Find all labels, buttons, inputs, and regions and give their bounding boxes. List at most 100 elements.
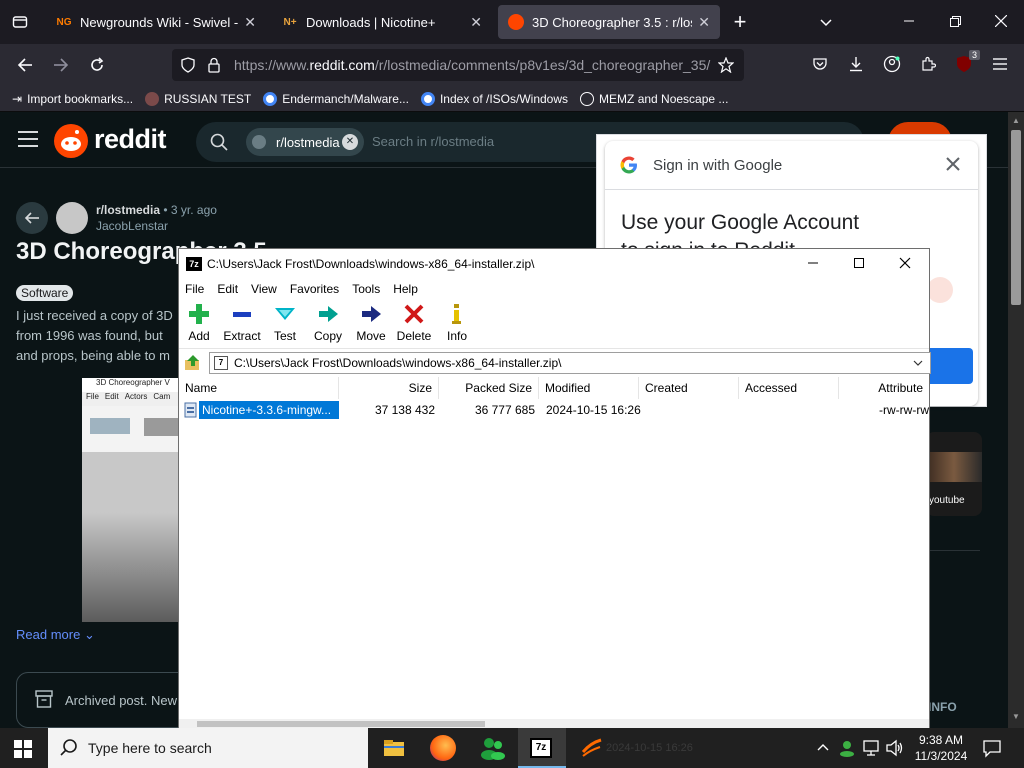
close-window-button[interactable] — [899, 257, 919, 273]
reload-button[interactable] — [84, 52, 110, 78]
back-button[interactable] — [16, 202, 48, 234]
close-icon[interactable]: ✕ — [698, 14, 710, 31]
related-video-thumbnail[interactable]: youtube — [926, 432, 982, 516]
column-header-packed[interactable]: Packed Size — [439, 377, 539, 399]
bookmark-isos[interactable]: Index of /ISOs/Windows — [420, 91, 568, 106]
column-header-accessed[interactable]: Accessed — [739, 377, 839, 399]
extract-button[interactable]: Extract — [220, 303, 264, 347]
column-header-attributes[interactable]: Attribute — [839, 377, 929, 399]
post-image[interactable]: 3D Choreographer V File Edit Actors Cam — [82, 378, 182, 622]
new-tab-button[interactable]: + — [728, 9, 752, 34]
7zip-taskbar-button[interactable]: 7z — [518, 728, 566, 768]
embedded-menu-item: Actors — [124, 392, 148, 401]
close-icon[interactable] — [944, 155, 964, 175]
post-body-line: from 1996 was found, but — [16, 328, 163, 343]
add-button[interactable]: Add — [177, 303, 221, 347]
bookmark-import[interactable]: ⇥ Import bookmarks... — [12, 92, 133, 106]
scroll-down-icon[interactable]: ▼ — [1012, 712, 1020, 721]
menu-tools[interactable]: Tools — [352, 282, 380, 296]
ethernet-icon[interactable] — [862, 739, 880, 760]
info-button[interactable]: Info — [435, 303, 479, 347]
toolbar-label: Delete — [396, 329, 432, 343]
url-bar[interactable]: https://www.reddit.com/r/lostmedia/comme… — [172, 49, 744, 81]
tab-reddit[interactable]: 3D Choreographer 3.5 : r/lostm ✕ — [498, 5, 720, 39]
taskbar-search-box[interactable]: Type here to search — [48, 728, 368, 768]
bookmark-russian-test[interactable]: RUSSIAN TEST — [145, 91, 251, 106]
read-more-link[interactable]: Read more ⌄ — [16, 627, 95, 643]
close-icon[interactable]: ✕ — [244, 14, 256, 31]
download-icon[interactable] — [844, 52, 868, 76]
chevron-up-icon[interactable] — [816, 740, 830, 757]
notification-icon[interactable] — [982, 738, 1002, 761]
subreddit-link[interactable]: r/lostmedia — [96, 203, 160, 217]
hamburger-icon[interactable] — [18, 131, 38, 150]
pen-app-icon[interactable] — [580, 736, 604, 760]
address-bar[interactable]: 7 C:\Users\Jack Frost\Downloads\windows-… — [209, 352, 931, 374]
restore-button[interactable] — [942, 8, 968, 34]
back-button[interactable] — [12, 52, 38, 78]
scrollbar-thumb[interactable] — [1011, 130, 1021, 305]
firefox-icon[interactable] — [430, 735, 456, 761]
close-icon[interactable]: ✕ — [470, 14, 482, 31]
extensions-icon[interactable] — [916, 52, 940, 76]
maximize-button[interactable] — [853, 257, 873, 273]
table-row[interactable]: Nicotine+-3.3.6-mingw... 37 138 432 36 7… — [179, 401, 929, 419]
ublock-icon[interactable]: 3 — [952, 50, 980, 76]
page-scrollbar[interactable]: ▲ ▼ — [1008, 112, 1024, 728]
tab-list-icon[interactable] — [8, 10, 32, 34]
delete-button[interactable]: Delete — [392, 303, 436, 347]
menu-file[interactable]: File — [185, 282, 204, 296]
menu-favorites[interactable]: Favorites — [290, 282, 339, 296]
column-header-modified[interactable]: Modified — [539, 377, 639, 399]
minimize-button[interactable] — [807, 257, 827, 273]
chevron-down-icon[interactable] — [814, 10, 838, 34]
move-button[interactable]: Move — [349, 303, 393, 347]
close-icon[interactable]: ✕ — [342, 134, 358, 150]
file-name[interactable]: Nicotine+-3.3.6-mingw... — [199, 401, 339, 419]
star-icon[interactable] — [716, 55, 736, 75]
copy-button[interactable]: Copy — [306, 303, 350, 347]
column-header-name[interactable]: Name — [179, 377, 339, 399]
pocket-icon[interactable] — [808, 52, 832, 76]
folder-up-icon[interactable] — [184, 354, 202, 372]
account-icon[interactable] — [880, 52, 904, 76]
people-app-icon[interactable] — [480, 736, 506, 760]
menu-icon[interactable] — [988, 52, 1012, 76]
test-button[interactable]: Test — [263, 303, 307, 347]
volume-icon[interactable] — [886, 739, 904, 760]
search-chip[interactable]: r/lostmedia ✕ — [246, 128, 364, 156]
lock-icon[interactable] — [204, 55, 224, 75]
copy-arrow-icon — [319, 306, 338, 322]
reddit-logo-icon[interactable] — [54, 124, 88, 158]
forward-button[interactable] — [48, 52, 74, 78]
column-header-created[interactable]: Created — [639, 377, 739, 399]
tab-newgrounds[interactable]: NG Newgrounds Wiki - Swivel - Fla ✕ — [46, 5, 266, 39]
url-text[interactable]: https://www.reddit.com/r/lostmedia/comme… — [234, 57, 710, 73]
globe-icon — [580, 91, 595, 106]
post-flair[interactable]: Software — [16, 285, 74, 301]
taskbar-clock[interactable]: 9:38 AM 11/3/2024 — [912, 732, 970, 764]
column-header-size[interactable]: Size — [339, 377, 439, 399]
bookmark-endermanch[interactable]: Endermanch/Malware... — [263, 91, 409, 106]
reddit-wordmark[interactable]: reddit — [94, 124, 167, 155]
post-age: • 3 yr. ago — [163, 203, 217, 217]
chevron-down-icon[interactable] — [912, 357, 924, 372]
chevron-down-icon: ⌄ — [83, 627, 95, 642]
menu-edit[interactable]: Edit — [217, 282, 238, 296]
network-agent-icon[interactable] — [838, 739, 856, 760]
minimize-button[interactable] — [896, 8, 922, 34]
bookmark-label: MEMZ and Noescape ... — [599, 91, 729, 106]
windows-start-icon[interactable] — [14, 740, 32, 761]
close-window-button[interactable] — [988, 8, 1014, 34]
bookmark-memz[interactable]: MEMZ and Noescape ... — [580, 91, 729, 106]
tab-nicotine[interactable]: N+ Downloads | Nicotine+ ✕ — [272, 5, 492, 39]
shield-icon[interactable] — [178, 55, 198, 75]
scroll-up-icon[interactable]: ▲ — [1012, 116, 1020, 125]
post-author[interactable]: JacobLenstar — [96, 219, 168, 233]
7zip-icon: 7z — [530, 738, 552, 758]
scrollbar-thumb[interactable] — [197, 721, 485, 727]
menu-view[interactable]: View — [251, 282, 277, 296]
subreddit-avatar[interactable] — [56, 202, 88, 234]
menu-help[interactable]: Help — [393, 282, 418, 296]
file-explorer-icon[interactable] — [382, 736, 406, 760]
